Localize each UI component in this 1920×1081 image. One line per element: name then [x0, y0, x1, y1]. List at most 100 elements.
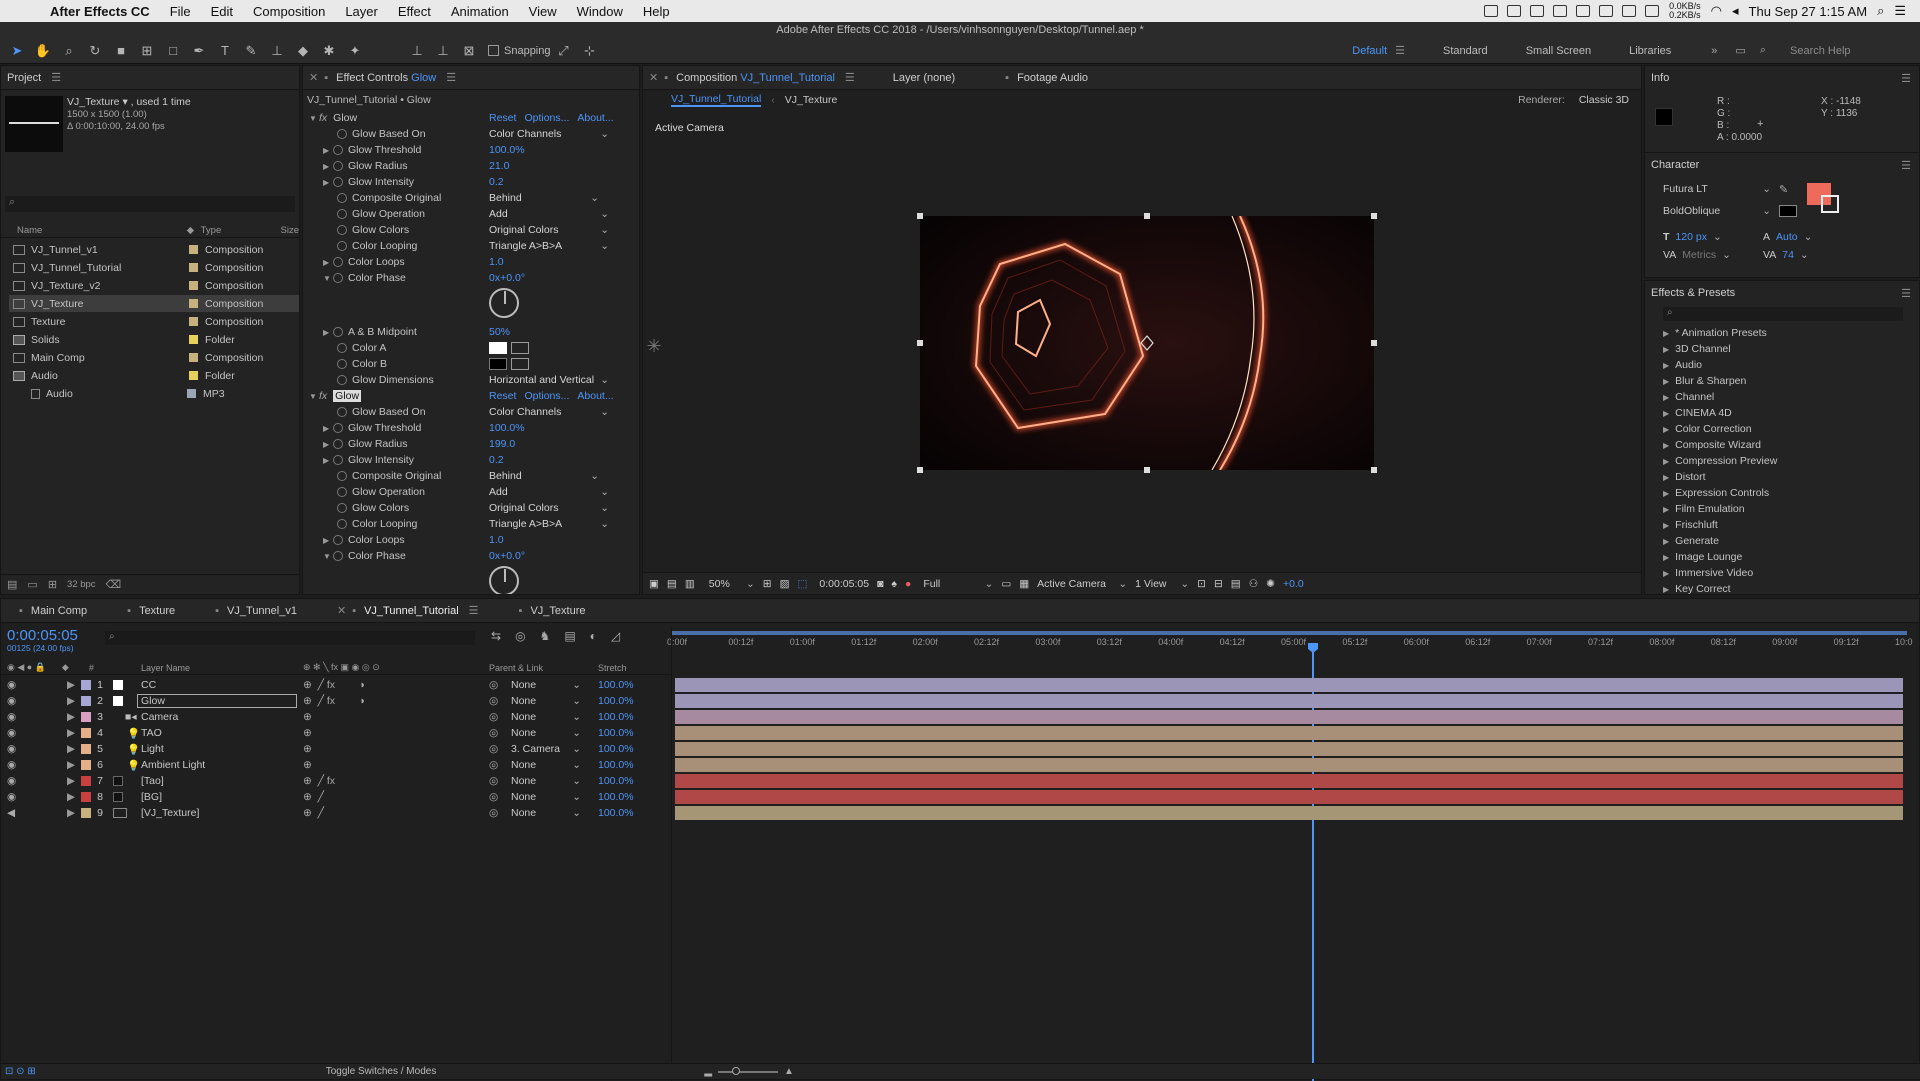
- stretch-value[interactable]: 100.0%: [598, 695, 634, 707]
- glow-dimensions-dropdown[interactable]: Horizontal and Vertical: [489, 374, 609, 386]
- color-phase-value[interactable]: 0x+0.0°: [489, 272, 525, 284]
- new-folder-icon[interactable]: ▭: [27, 578, 37, 591]
- mask-visibility-icon[interactable]: ▥: [685, 578, 695, 590]
- expand-caret-icon[interactable]: ▶: [323, 328, 333, 337]
- label-color[interactable]: [189, 371, 198, 380]
- composition-mini-flowchart-icon[interactable]: ⇆: [491, 629, 501, 643]
- stopwatch-icon[interactable]: [337, 471, 347, 481]
- stopwatch-icon[interactable]: [333, 145, 343, 155]
- search-icon[interactable]: ⌕: [1760, 44, 1766, 57]
- timeline-icon[interactable]: ▤: [1231, 578, 1241, 590]
- black-swatch[interactable]: [1779, 205, 1797, 217]
- panel-menu-icon[interactable]: ☰: [51, 71, 61, 84]
- layer-duration-bar[interactable]: [675, 758, 1903, 772]
- layer-duration-bar[interactable]: [675, 678, 1903, 692]
- workspace-standard[interactable]: Standard: [1443, 45, 1488, 57]
- expand-caret-icon[interactable]: ▶: [323, 146, 333, 155]
- preset-animation-presets[interactable]: ▶ * Animation Presets: [1663, 327, 1767, 340]
- fx-icon[interactable]: fx: [319, 390, 327, 402]
- snap-edges-icon[interactable]: ⤢: [555, 42, 573, 60]
- options-link[interactable]: Options...: [524, 390, 569, 402]
- menu-app-name[interactable]: After Effects CC: [40, 4, 160, 19]
- parent-link-header[interactable]: Parent & Link: [489, 663, 543, 673]
- workspace-libraries[interactable]: Libraries: [1629, 45, 1671, 57]
- twirl-icon[interactable]: ▶: [67, 775, 75, 787]
- col-size[interactable]: Size: [281, 225, 299, 236]
- close-panel-icon[interactable]: ✕: [309, 71, 318, 84]
- stopwatch-icon[interactable]: [337, 375, 347, 385]
- glow-operation-dropdown[interactable]: Add: [489, 486, 609, 498]
- stopwatch-icon[interactable]: [337, 225, 347, 235]
- twirl-icon[interactable]: ▶: [67, 807, 75, 819]
- composite-original-dropdown[interactable]: Behind: [489, 192, 599, 204]
- layer-switches[interactable]: ⊕: [303, 711, 312, 723]
- parent-dropdown[interactable]: None: [511, 711, 581, 723]
- project-item[interactable]: Solids Folder: [9, 331, 299, 348]
- stopwatch-icon[interactable]: [333, 177, 343, 187]
- menu-view[interactable]: View: [519, 4, 567, 19]
- expand-caret-icon[interactable]: ▶: [323, 258, 333, 267]
- stopwatch-icon[interactable]: [337, 241, 347, 251]
- pickwhip-icon[interactable]: ◎: [489, 791, 498, 803]
- stretch-value[interactable]: 100.0%: [598, 727, 634, 739]
- stopwatch-icon[interactable]: [333, 423, 343, 433]
- twirl-icon[interactable]: ▶: [67, 791, 75, 803]
- layer-switches[interactable]: ⊕ ╱ fx: [303, 775, 335, 787]
- eyedropper-icon[interactable]: [511, 342, 529, 354]
- grid-icon[interactable]: ⊞: [763, 578, 772, 590]
- stretch-value[interactable]: 100.0%: [598, 775, 634, 787]
- effect-controls-layer[interactable]: Glow: [411, 72, 436, 84]
- tray-icon[interactable]: [1530, 5, 1545, 17]
- bit-depth[interactable]: 32 bpc: [67, 579, 96, 590]
- color-a-swatch[interactable]: [489, 342, 507, 354]
- layer-row-selected[interactable]: ◉▶2Glow⊕ ╱ fx ◑◎None100.0%: [1, 693, 671, 709]
- fx-icon[interactable]: fx: [319, 112, 327, 124]
- tab-vj-texture[interactable]: VJ_Texture: [530, 605, 585, 617]
- glow-intensity-value[interactable]: 0.2: [489, 176, 504, 188]
- notification-icon[interactable]: ☰: [1894, 3, 1906, 19]
- layer-row[interactable]: ◉▶7[Tao]⊕ ╱ fx◎None100.0%: [1, 773, 671, 789]
- twirl-icon[interactable]: ▶: [67, 679, 75, 691]
- effects-search-input[interactable]: ⌕: [1663, 307, 1903, 321]
- expand-caret-icon[interactable]: ▶: [323, 456, 333, 465]
- stopwatch-icon[interactable]: [333, 535, 343, 545]
- label-color[interactable]: [189, 263, 198, 272]
- panel-menu-icon[interactable]: ☰: [469, 604, 479, 617]
- stretch-value[interactable]: 100.0%: [598, 791, 634, 803]
- close-tab-icon[interactable]: ✕: [337, 604, 346, 617]
- pickwhip-icon[interactable]: ◎: [489, 807, 498, 819]
- menu-file[interactable]: File: [160, 4, 201, 19]
- color-phase-dial[interactable]: [489, 566, 519, 594]
- view-layout-dropdown[interactable]: 1 View ⌄: [1135, 578, 1189, 590]
- glow-radius-value[interactable]: 199.0: [489, 438, 515, 450]
- zoom-out-icon[interactable]: ▂: [704, 1066, 712, 1077]
- layer-row[interactable]: ◉▶5💡Light⊕◎3. Camera100.0%: [1, 741, 671, 757]
- preset-distort[interactable]: ▶ Distort: [1663, 471, 1706, 484]
- pickwhip-icon[interactable]: ◎: [489, 695, 498, 707]
- layer-duration-bar[interactable]: [675, 790, 1903, 804]
- transform-handle[interactable]: [1144, 467, 1150, 473]
- transform-handle[interactable]: [917, 340, 923, 346]
- label-color[interactable]: [187, 389, 196, 398]
- comp-viewer-canvas[interactable]: [920, 216, 1374, 470]
- transparency-grid-icon[interactable]: ▨: [780, 578, 790, 590]
- volume-icon[interactable]: ◂: [1732, 3, 1739, 19]
- stretch-header[interactable]: Stretch: [598, 663, 627, 673]
- workspace-overflow-icon[interactable]: »: [1711, 45, 1717, 57]
- wifi-icon[interactable]: ◠: [1711, 3, 1722, 19]
- clone-tool-icon[interactable]: ⊥: [268, 42, 286, 60]
- eye-icon[interactable]: ◉: [7, 791, 16, 803]
- parent-dropdown[interactable]: None: [511, 775, 581, 787]
- transform-handle[interactable]: [1371, 213, 1377, 219]
- layer-tab[interactable]: Layer (none): [893, 72, 955, 84]
- tracking-field[interactable]: VA 74 ⌄: [1763, 249, 1809, 261]
- layer-row[interactable]: ◉▶4💡TAO⊕◎None100.0%: [1, 725, 671, 741]
- eye-icon[interactable]: ◉: [7, 679, 16, 691]
- layer-switches[interactable]: ⊕: [303, 759, 312, 771]
- glow-colors-dropdown[interactable]: Original Colors: [489, 224, 609, 236]
- draft-3d-icon[interactable]: ◎: [515, 629, 525, 643]
- preset-blur-sharpen[interactable]: ▶ Blur & Sharpen: [1663, 375, 1746, 388]
- parent-dropdown[interactable]: None: [511, 791, 581, 803]
- effect-header-glow-2[interactable]: ▼ fx Glow Reset Options... About...: [303, 388, 639, 404]
- effect-name-editing[interactable]: Glow: [333, 390, 362, 402]
